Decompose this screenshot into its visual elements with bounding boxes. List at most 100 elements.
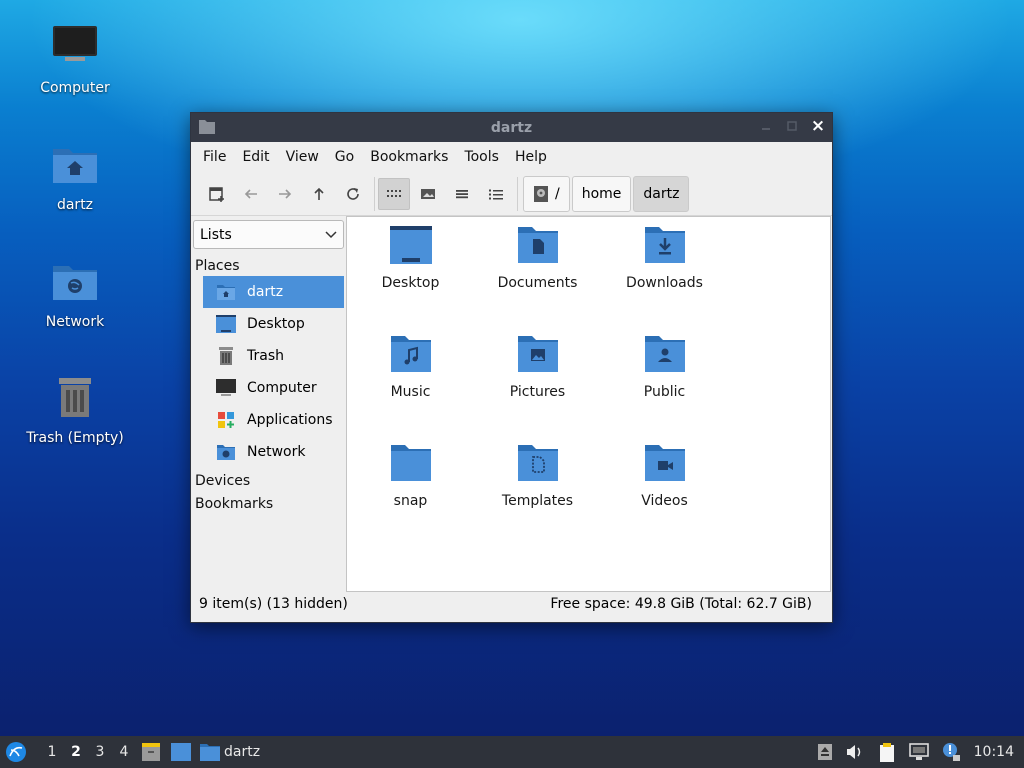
- downloads-folder-icon: [644, 227, 685, 263]
- image-icon: [421, 188, 435, 199]
- file-label: Documents: [497, 275, 578, 291]
- workspace-3[interactable]: 3: [88, 736, 112, 768]
- breadcrumb-root[interactable]: /: [523, 175, 570, 212]
- sidebar-item-desktop[interactable]: Desktop: [203, 308, 344, 340]
- minimize-button[interactable]: [758, 118, 774, 134]
- window-title: dartz: [490, 119, 533, 136]
- thumbnail-view-button[interactable]: [412, 178, 444, 210]
- pictures-folder-icon: [517, 336, 558, 372]
- clipboard-button[interactable]: [874, 736, 900, 768]
- arrow-right-icon: [279, 188, 292, 199]
- task-button-dartz[interactable]: dartz: [196, 736, 266, 768]
- file-item-downloads[interactable]: Downloads: [601, 221, 728, 330]
- network-status-button[interactable]: [906, 736, 932, 768]
- sidebar-item-trash[interactable]: Trash: [203, 340, 344, 372]
- back-button[interactable]: [235, 178, 267, 210]
- file-item-documents[interactable]: Documents: [474, 221, 601, 330]
- free-space: Free space: 49.8 GiB (Total: 62.7 GiB): [550, 596, 812, 612]
- quicklaunch-file-manager[interactable]: [136, 736, 166, 768]
- update-notification-icon: [942, 743, 960, 761]
- item-count: 9 item(s) (13 hidden): [199, 596, 348, 612]
- taskbar: 1 2 3 4 dartz 10:14: [0, 736, 1024, 768]
- menu-file[interactable]: File: [195, 149, 234, 165]
- desktop-folder-icon: [389, 226, 432, 264]
- sidebar-item-label: dartz: [247, 284, 284, 300]
- start-menu-button[interactable]: [0, 736, 32, 768]
- file-view[interactable]: Desktop Documents Downloads Music Pictur…: [346, 216, 831, 592]
- menu-edit[interactable]: Edit: [234, 149, 277, 165]
- breadcrumb-home[interactable]: home: [571, 175, 632, 212]
- eject-icon: [817, 744, 832, 760]
- desktop-icon-trash[interactable]: Trash (Empty): [15, 374, 135, 446]
- file-item-snap[interactable]: snap: [347, 439, 474, 548]
- workspace-4[interactable]: 4: [112, 736, 136, 768]
- sidebar-item-label: Network: [247, 444, 306, 460]
- sidebar-item-dartz[interactable]: dartz: [203, 276, 344, 308]
- file-item-pictures[interactable]: Pictures: [474, 330, 601, 439]
- menu-tools[interactable]: Tools: [456, 149, 507, 165]
- sidebar-item-label: Computer: [247, 380, 317, 396]
- menu-view[interactable]: View: [278, 149, 327, 165]
- sidebar-item-computer[interactable]: Computer: [203, 372, 344, 404]
- compact-view-button[interactable]: [446, 178, 478, 210]
- forward-button[interactable]: [269, 178, 301, 210]
- grid-view-icon: [387, 189, 401, 197]
- lubuntu-logo-icon: [6, 742, 26, 762]
- file-item-music[interactable]: Music: [347, 330, 474, 439]
- menu-help[interactable]: Help: [507, 149, 555, 165]
- new-tab-button[interactable]: [201, 178, 233, 210]
- menu-go[interactable]: Go: [327, 149, 362, 165]
- file-item-desktop[interactable]: Desktop: [347, 221, 474, 330]
- file-item-templates[interactable]: Templates: [474, 439, 601, 548]
- reload-button[interactable]: [337, 178, 369, 210]
- file-grid: Desktop Documents Downloads Music Pictur…: [347, 221, 728, 548]
- tray-up-button[interactable]: [814, 736, 836, 768]
- sidebar-mode-select[interactable]: Lists: [193, 220, 344, 249]
- drive-icon: [534, 185, 548, 202]
- menu-bookmarks[interactable]: Bookmarks: [362, 149, 456, 165]
- sidebar-item-network[interactable]: Network: [203, 436, 344, 468]
- desktop-icon-label: dartz: [56, 197, 94, 213]
- close-button[interactable]: ×: [810, 116, 826, 136]
- desktop-icon-label: Network: [45, 314, 105, 330]
- show-desktop-button[interactable]: [166, 736, 196, 768]
- sidebar-item-label: Applications: [247, 412, 333, 428]
- breadcrumb-dartz[interactable]: dartz: [633, 175, 690, 212]
- file-label: Templates: [501, 493, 574, 509]
- toolbar-separator: [374, 176, 375, 211]
- up-button[interactable]: [303, 178, 335, 210]
- titlebar[interactable]: dartz ×: [191, 113, 832, 142]
- menubar: File Edit View Go Bookmarks Tools Help: [191, 142, 832, 172]
- file-label: Desktop: [381, 275, 440, 291]
- templates-folder-icon: [517, 445, 558, 481]
- desktop-icon-network[interactable]: Network: [15, 258, 135, 330]
- desktop-icon-label: Trash (Empty): [26, 430, 124, 446]
- network-folder-icon: [53, 266, 97, 300]
- desktop-icon-computer[interactable]: Computer: [15, 24, 135, 96]
- volume-button[interactable]: [842, 736, 868, 768]
- devices-heading[interactable]: Devices: [193, 468, 344, 491]
- file-item-videos[interactable]: Videos: [601, 439, 728, 548]
- workspace-1[interactable]: 1: [40, 736, 64, 768]
- home-folder-icon: [217, 285, 235, 300]
- desktop-icon-label: Computer: [40, 80, 110, 96]
- clock[interactable]: 10:14: [970, 736, 1018, 768]
- task-label: dartz: [224, 744, 261, 760]
- icon-view-button[interactable]: [378, 177, 410, 210]
- maximize-button[interactable]: [784, 118, 800, 134]
- file-label: snap: [393, 493, 428, 509]
- updates-button[interactable]: [938, 736, 964, 768]
- detailed-list-view-button[interactable]: [480, 178, 512, 210]
- maximize-icon: [787, 121, 797, 131]
- bookmarks-heading[interactable]: Bookmarks: [193, 491, 344, 514]
- places-heading[interactable]: Places: [193, 249, 344, 276]
- list-compact-icon: [456, 189, 468, 198]
- desktop-icon-home[interactable]: dartz: [15, 141, 135, 213]
- window-body: Lists Places dartz Desktop Trash Compute…: [191, 216, 832, 592]
- music-folder-icon: [390, 336, 431, 372]
- chevron-down-icon: [325, 230, 337, 238]
- workspace-2[interactable]: 2: [64, 736, 88, 768]
- breadcrumb-root-label: /: [555, 185, 560, 202]
- sidebar-item-applications[interactable]: Applications: [203, 404, 344, 436]
- file-item-public[interactable]: Public: [601, 330, 728, 439]
